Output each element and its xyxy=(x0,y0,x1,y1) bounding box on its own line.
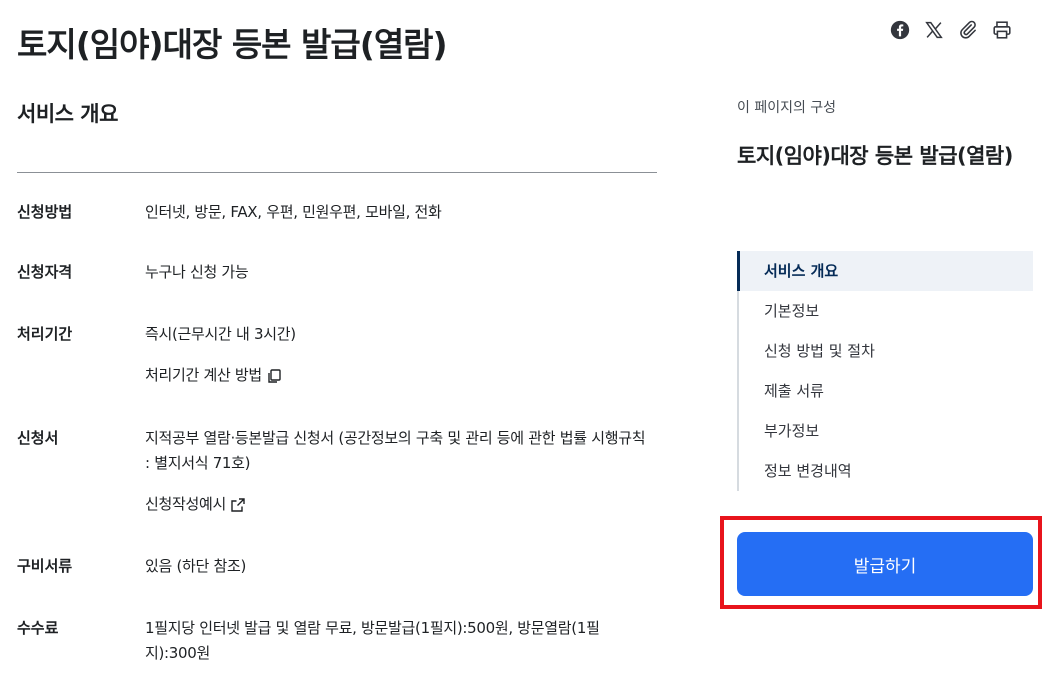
info-value: 인터넷, 방문, FAX, 우편, 민원우편, 모바일, 전화 xyxy=(145,203,442,221)
external-link-icon xyxy=(231,497,245,512)
copy-icon xyxy=(268,368,281,383)
toc-nav: 서비스 개요 기본정보 신청 방법 및 절차 제출 서류 부가정보 정보 변경내… xyxy=(737,251,1035,491)
toc-item-overview[interactable]: 서비스 개요 xyxy=(737,251,1033,291)
toc-item-documents[interactable]: 제출 서류 xyxy=(739,371,1033,411)
info-label: 처리기간 xyxy=(17,325,73,343)
info-value: 지적공부 열람·등본발급 신청서 (공간정보의 구축 및 관리 등에 관한 법률… xyxy=(145,429,646,472)
x-icon[interactable] xyxy=(922,18,946,42)
info-label: 구비서류 xyxy=(17,557,73,575)
toc-title: 토지(임야)대장 등본 발급(열람) xyxy=(737,144,1013,168)
page-title: 토지(임야)대장 등본 발급(열람) xyxy=(17,25,448,64)
section-divider xyxy=(17,172,657,173)
toc-item-additional-info[interactable]: 부가정보 xyxy=(739,411,1033,451)
info-label: 수수료 xyxy=(17,619,59,637)
printer-icon[interactable] xyxy=(990,18,1014,42)
processing-time-calc-link[interactable]: 처리기간 계산 방법 xyxy=(145,363,282,388)
info-label: 신청자격 xyxy=(17,263,73,281)
info-label: 신청방법 xyxy=(17,203,73,221)
toc-item-change-history[interactable]: 정보 변경내역 xyxy=(739,451,1033,491)
info-value: 즉시(근무시간 내 3시간) xyxy=(145,325,296,343)
facebook-icon[interactable] xyxy=(888,18,912,42)
toc-item-procedure[interactable]: 신청 방법 및 절차 xyxy=(739,331,1033,371)
toc-item-basic-info[interactable]: 기본정보 xyxy=(739,291,1033,331)
toc-caption: 이 페이지의 구성 xyxy=(737,100,837,116)
link-label: 신청작성예시 xyxy=(145,495,227,513)
info-label: 신청서 xyxy=(17,429,59,447)
application-example-link[interactable]: 신청작성예시 xyxy=(145,492,246,517)
share-toolbar xyxy=(888,18,1014,42)
info-link-wrap: 신청작성예시 xyxy=(145,492,650,517)
info-link-wrap: 처리기간 계산 방법 xyxy=(145,363,650,388)
info-value: 1필지당 인터넷 발급 및 열람 무료, 방문발급(1필지):500원, 방문열… xyxy=(145,619,600,662)
link-label: 처리기간 계산 방법 xyxy=(145,366,262,384)
issue-button[interactable]: 발급하기 xyxy=(737,532,1033,596)
section-title-overview: 서비스 개요 xyxy=(17,102,118,126)
info-value: 누구나 신청 가능 xyxy=(145,263,249,281)
paperclip-icon[interactable] xyxy=(956,18,980,42)
info-value: 있음 (하단 참조) xyxy=(145,557,247,575)
